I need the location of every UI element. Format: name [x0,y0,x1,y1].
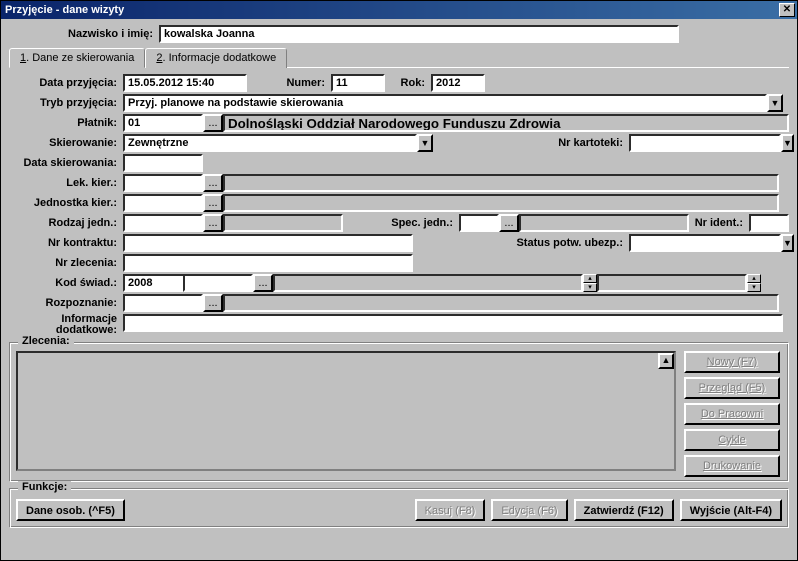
data-sk-field[interactable] [123,154,203,172]
lek-kier-lookup-button[interactable]: ... [203,174,223,192]
nr-kartoteki-label: Nr kartoteki: [539,137,629,149]
wyjscie-button[interactable]: Wyjście (Alt-F4) [680,499,782,521]
rodzaj-jedn-field[interactable] [123,214,203,232]
zatwierdz-button[interactable]: Zatwierdź (F12) [574,499,674,521]
platnik-lookup-button[interactable]: ... [203,114,223,132]
zlecenia-legend: Zlecenia: [18,335,74,347]
nr-kartoteki-dropdown-icon[interactable]: ▼ [781,134,794,152]
funkcje-legend: Funkcje: [18,481,71,493]
platnik-code-field[interactable] [123,114,203,132]
spec-jedn-lookup-button[interactable]: ... [499,214,519,232]
rodzaj-jedn-label: Rodzaj jedn.: [9,217,123,229]
status-potw-label: Status potw. ubezp.: [499,237,629,249]
skierowanie-dropdown-icon[interactable]: ▼ [417,134,433,152]
drukowanie-button[interactable]: Drukowanie [684,455,780,477]
jedn-kier-lookup-button[interactable]: ... [203,194,223,212]
jedn-kier-desc-field [223,194,779,212]
rok-field[interactable] [431,74,485,92]
data-przyjecia-field[interactable] [123,74,247,92]
lek-kier-desc-field [223,174,779,192]
numer-label: Numer: [283,77,331,89]
funkcje-fieldset: Funkcje: Dane osob. (^F5) Kasuj (F8) Edy… [9,488,789,528]
tab-dane-ze-skierowania[interactable]: 1. Dane ze skierowania [9,48,145,68]
kod-swiad-desc [273,274,583,292]
kod-swiad-spinner[interactable]: ▴▾ [583,274,597,292]
tryb-label: Tryb przyjęcia: [9,97,123,109]
nr-ident-field[interactable] [749,214,789,232]
zlecenia-list[interactable]: ▲ [16,351,676,471]
data-przyjecia-label: Data przyjęcia: [9,77,123,89]
nowy-button[interactable]: Nowy (F7) [684,351,780,373]
tryb-dropdown-icon[interactable]: ▼ [767,94,783,112]
dane-osob-button[interactable]: Dane osob. (^F5) [16,499,125,521]
kod-swiad-lookup-button[interactable]: ... [253,274,273,292]
platnik-label: Płatnik: [9,117,123,129]
rok-label: Rok: [397,77,431,89]
nr-zlecenia-field[interactable] [123,254,413,272]
skierowanie-field[interactable] [123,134,417,152]
kod-swiad-spinner2[interactable]: ▴▾ [747,274,761,292]
nr-kontraktu-label: Nr kontraktu: [9,237,123,249]
info-dod-label: Informacjedodatkowe: [9,314,123,336]
edycja-button[interactable]: Edycja (F6) [491,499,567,521]
rodzaj-jedn-lookup-button[interactable]: ... [203,214,223,232]
skierowanie-label: Skierowanie: [9,137,123,149]
close-icon[interactable]: ✕ [779,3,795,17]
nr-kontraktu-field[interactable] [123,234,413,252]
jedn-kier-label: Jednostka kier.: [9,197,123,209]
name-label: Nazwisko i imię: [9,28,159,40]
name-field[interactable] [159,25,679,43]
nr-zlecenia-label: Nr zlecenia: [9,257,123,269]
window-title: Przyjęcie - dane wizyty [5,4,124,16]
kasuj-button[interactable]: Kasuj (F8) [415,499,486,521]
tab-informacje-dodatkowe[interactable]: 2. Informacje dodatkowe [145,48,287,68]
rozpoznanie-desc [223,294,779,312]
do-pracowni-button[interactable]: Do Pracowni [684,403,780,425]
spec-jedn-field[interactable] [459,214,499,232]
lek-kier-code-field[interactable] [123,174,203,192]
nr-kartoteki-field[interactable] [629,134,781,152]
przeglad-button[interactable]: Przegląd (F5) [684,377,780,399]
scroll-up-icon[interactable]: ▲ [658,353,674,369]
kod-swiad-desc2 [597,274,747,292]
rozpoznanie-code[interactable] [123,294,203,312]
rodzaj-jedn-desc-field [223,214,343,232]
rozpoznanie-lookup-button[interactable]: ... [203,294,223,312]
rozpoznanie-label: Rozpoznanie: [9,297,123,309]
data-sk-label: Data skierowania: [9,157,123,169]
spec-jedn-label: Spec. jedn.: [379,217,459,229]
tab-strip: 1. Dane ze skierowania 2. Informacje dod… [9,47,789,68]
info-dod-field[interactable] [123,314,783,332]
status-potw-dropdown-icon[interactable]: ▼ [781,234,794,252]
titlebar: Przyjęcie - dane wizyty ✕ [1,1,797,19]
spec-jedn-desc-field [519,214,689,232]
status-potw-field[interactable] [629,234,781,252]
cykle-button[interactable]: Cykle [684,429,780,451]
kod-swiad-code[interactable] [183,274,253,292]
numer-field[interactable] [331,74,385,92]
jedn-kier-code-field[interactable] [123,194,203,212]
platnik-desc-field [223,114,789,132]
kod-swiad-label: Kod świad.: [9,277,123,289]
nr-ident-label: Nr ident.: [689,217,749,229]
zlecenia-fieldset: Zlecenia: ▲ Nowy (F7) Przegląd (F5) Do P… [9,342,789,482]
tryb-field[interactable] [123,94,767,112]
lek-kier-label: Lek. kier.: [9,177,123,189]
